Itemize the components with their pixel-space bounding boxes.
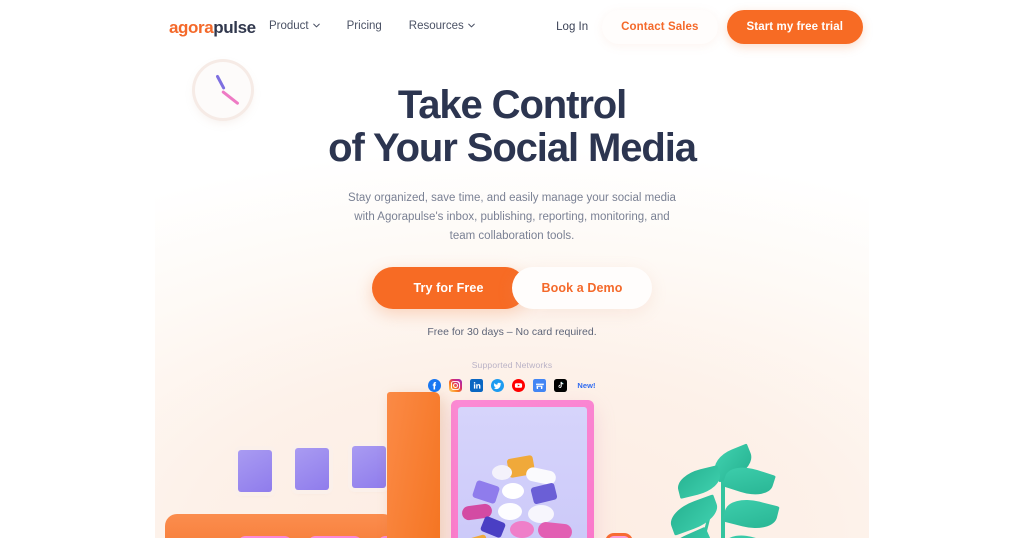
google-business-profile-icon[interactable] (533, 379, 547, 393)
main-navigation: Product Pricing Resources (269, 20, 475, 32)
linkedin-icon[interactable] (470, 379, 484, 393)
agorapulse-logo[interactable]: agorapulse (169, 19, 256, 36)
nav-label-resources: Resources (408, 20, 464, 32)
facebook-icon[interactable] (428, 379, 442, 393)
try-for-free-button[interactable]: Try for Free (371, 267, 526, 310)
green-plant (655, 443, 825, 538)
logo-text-agora: agora (169, 18, 214, 37)
site-header: agorapulse Product Pricing Resources Log… (0, 0, 1024, 56)
wall-frame-3 (352, 446, 386, 488)
header-actions: Log In Contact Sales Start my free trial (542, 10, 863, 44)
hero-section: Take Control of Your Social Media Stay o… (0, 0, 1024, 393)
chevron-down-icon (467, 22, 475, 29)
nav-item-pricing[interactable]: Pricing (347, 20, 382, 32)
twitter-icon[interactable] (491, 379, 505, 393)
headline-line-1: Take Control (397, 83, 627, 127)
supported-networks-icons: New! (0, 379, 1024, 393)
orange-sofa (165, 514, 395, 538)
landing-page: agorapulse Product Pricing Resources Log… (0, 0, 1024, 538)
supported-networks-label: Supported Networks (471, 360, 553, 371)
logo-text-pulse: pulse (213, 18, 256, 37)
instagram-icon[interactable] (449, 379, 463, 393)
tiktok-new-badge: New! (577, 381, 596, 391)
contact-sales-button[interactable]: Contact Sales (602, 10, 718, 44)
tiktok-icon[interactable] (554, 379, 568, 393)
wall-frame-1 (238, 450, 272, 492)
book-a-demo-button[interactable]: Book a Demo (511, 267, 653, 310)
headline-line-2: of Your Social Media (328, 126, 697, 171)
page-title: Take Control of Your Social Media (0, 83, 1024, 171)
youtube-icon[interactable] (512, 379, 526, 393)
nav-item-resources[interactable]: Resources (409, 20, 475, 32)
hero-subheading: Stay organized, save time, and easily ma… (348, 192, 676, 242)
wall-frame-2 (295, 448, 329, 490)
mail-pile-cabinet (451, 400, 594, 538)
nav-label-product: Product (269, 20, 309, 32)
start-free-trial-button[interactable]: Start my free trial (726, 10, 863, 44)
nav-label-pricing: Pricing (346, 20, 382, 32)
login-link[interactable]: Log In (542, 21, 602, 33)
chevron-down-icon (312, 22, 320, 29)
hero-cta-row: Try for Free Book a Demo (0, 267, 1024, 310)
nav-item-product[interactable]: Product (269, 20, 320, 32)
supported-networks: Supported Networks New! (0, 360, 1024, 393)
open-orange-door (387, 392, 440, 538)
trial-note: Free for 30 days – No card required. (427, 326, 597, 339)
